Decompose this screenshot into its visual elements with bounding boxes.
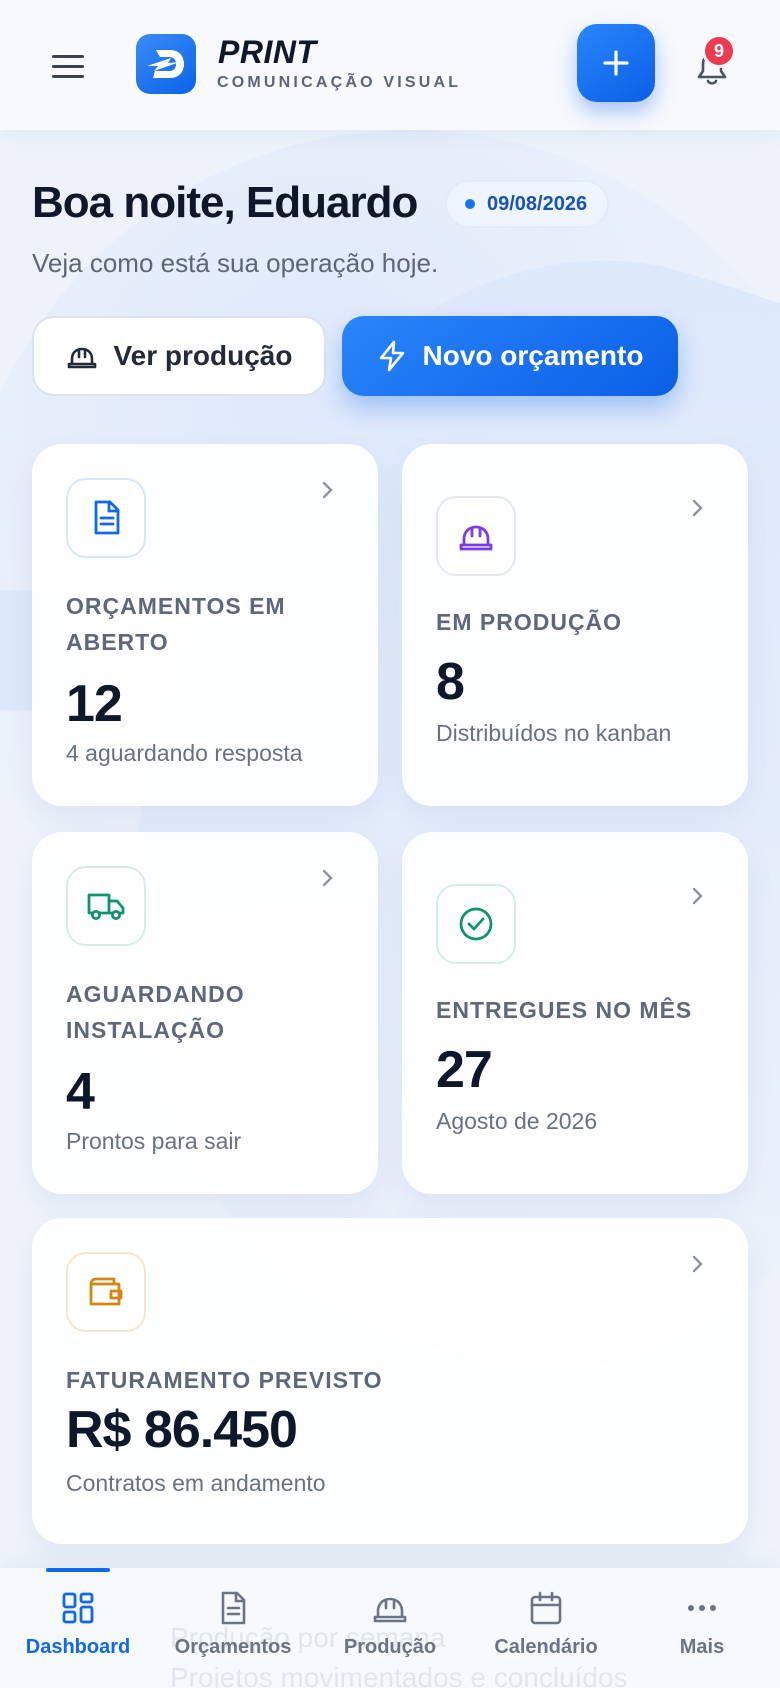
more-icon xyxy=(688,1605,716,1611)
card-label: ORÇAMENTOS EM ABERTO xyxy=(66,593,286,655)
bottom-navigation: Produção por semana Projetos movimentado… xyxy=(0,1568,780,1688)
nav-producao[interactable]: Produção xyxy=(315,1590,465,1659)
card-note: Distribuídos no kanban xyxy=(436,720,672,746)
hard-hat-icon xyxy=(436,496,516,576)
card-note: Contratos em andamento xyxy=(66,1470,326,1496)
card-label: EM PRODUÇÃO xyxy=(436,609,623,635)
lightning-icon xyxy=(379,340,404,372)
grid-icon xyxy=(62,1592,94,1624)
card-label: ENTREGUES NO MÊS xyxy=(436,997,693,1023)
status-dot-icon xyxy=(465,199,475,209)
new-quote-button[interactable]: Novo orçamento xyxy=(342,316,678,396)
date-badge: 09/08/2026 xyxy=(445,180,610,228)
card-note: 4 aguardando resposta xyxy=(66,740,303,766)
brand-name: PRINT xyxy=(218,34,317,70)
menu-icon xyxy=(52,54,84,58)
plus-icon xyxy=(603,50,629,76)
card-note: Prontos para sair xyxy=(66,1128,242,1154)
card-note: Agosto de 2026 xyxy=(436,1108,598,1134)
top-bar: PRINT COMUNICAÇÃO VISUAL 9 xyxy=(0,0,780,130)
card-awaiting-installation[interactable]: AGUARDANDO INSTALAÇÃO 4 Prontos para sai… xyxy=(32,832,378,1194)
nav-dashboard[interactable]: Dashboard xyxy=(3,1590,153,1659)
card-label: AGUARDANDO INSTALAÇÃO xyxy=(66,981,245,1043)
hard-hat-icon xyxy=(373,1597,407,1623)
greeting-title: Boa noite, Eduardo xyxy=(32,178,418,227)
document-icon xyxy=(221,1591,246,1625)
view-production-button[interactable]: Ver produção xyxy=(32,316,326,396)
nav-label: Produção xyxy=(343,1636,437,1658)
chevron-right-icon xyxy=(692,1255,703,1273)
date-text: 09/08/2026 xyxy=(487,192,588,215)
nav-label: Dashboard xyxy=(25,1636,131,1658)
view-production-label: Ver produção xyxy=(113,340,293,371)
nav-mais[interactable]: Mais xyxy=(627,1590,777,1659)
nav-label: Calendário xyxy=(494,1636,598,1658)
calendar-icon xyxy=(530,1591,562,1625)
check-circle-icon xyxy=(436,884,516,964)
card-forecast-revenue[interactable]: FATURAMENTO PREVISTO R$ 86.450 Contratos… xyxy=(32,1218,748,1544)
nav-label: Orçamentos xyxy=(174,1636,292,1658)
chevron-right-icon xyxy=(322,481,333,499)
card-value: 27 xyxy=(436,1041,493,1099)
card-label: FATURAMENTO PREVISTO xyxy=(66,1367,383,1393)
card-in-production[interactable]: EM PRODUÇÃO 8 Distribuídos no kanban xyxy=(402,444,748,806)
hard-hat-icon xyxy=(67,347,96,369)
section-subtitle: Projetos movimentados e concluídos xyxy=(170,1662,628,1688)
chevron-right-icon xyxy=(692,887,703,905)
menu-button[interactable] xyxy=(52,46,92,86)
active-tab-indicator xyxy=(46,1568,110,1572)
card-value: 4 xyxy=(66,1063,95,1121)
truck-icon xyxy=(66,866,146,946)
card-value: 12 xyxy=(66,675,123,733)
document-icon xyxy=(66,478,146,558)
nav-orcamentos[interactable]: Orçamentos xyxy=(158,1590,308,1659)
greeting-subtitle: Veja como está sua operação hoje. xyxy=(32,248,439,278)
card-value: 8 xyxy=(436,653,465,711)
notification-badge: 9 xyxy=(702,34,736,68)
nav-calendario[interactable]: Calendário xyxy=(471,1590,621,1659)
new-quote-label: Novo orçamento xyxy=(422,340,644,371)
add-button[interactable] xyxy=(577,24,655,102)
card-delivered-month[interactable]: ENTREGUES NO MÊS 27 Agosto de 2026 xyxy=(402,832,748,1194)
card-open-quotes[interactable]: ORÇAMENTOS EM ABERTO 12 4 aguardando res… xyxy=(32,444,378,806)
wallet-icon xyxy=(66,1252,146,1332)
brand-logo-icon xyxy=(136,34,196,94)
chevron-right-icon xyxy=(692,499,703,517)
nav-label: Mais xyxy=(679,1636,725,1658)
chevron-right-icon xyxy=(322,869,333,887)
card-value: R$ 86.450 xyxy=(66,1401,298,1459)
brand-subtitle: COMUNICAÇÃO VISUAL xyxy=(217,74,462,91)
